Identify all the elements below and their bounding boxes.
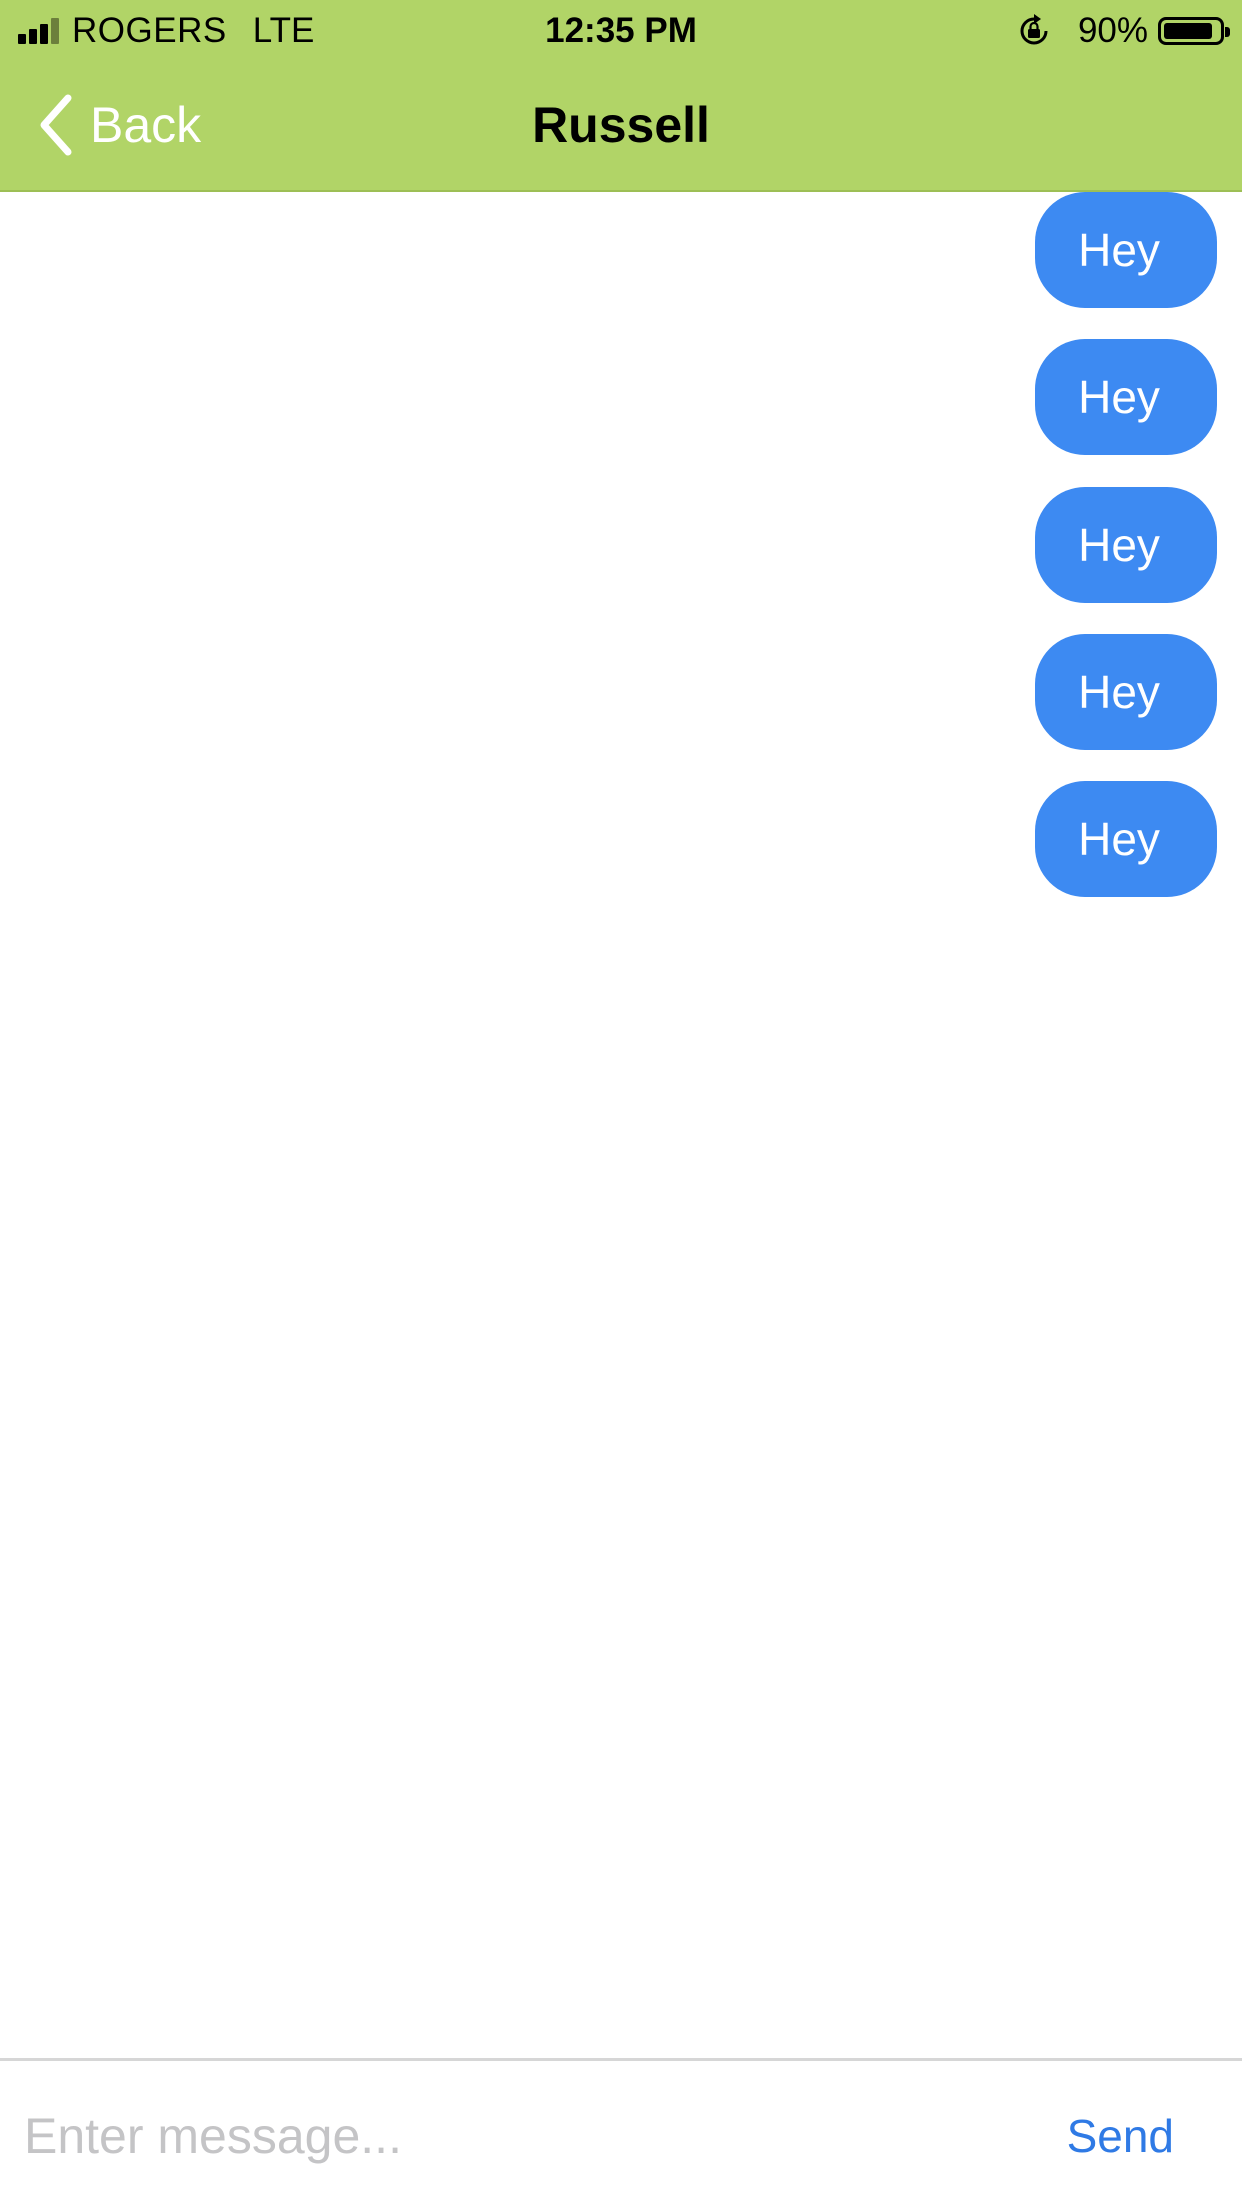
- composer-bar: Send: [0, 2058, 1242, 2208]
- page-title: Russell: [532, 97, 710, 153]
- battery-percent: 90%: [1077, 11, 1148, 50]
- message-bubble[interactable]: Hey: [1035, 634, 1217, 750]
- message-bubble[interactable]: Hey: [1035, 339, 1217, 455]
- status-right: 90%: [1016, 10, 1230, 52]
- battery-icon: [1158, 17, 1230, 45]
- message-list[interactable]: Hey Hey Hey Hey Hey: [0, 192, 1242, 2058]
- message-bubble[interactable]: Hey: [1035, 192, 1217, 308]
- rotation-lock-icon: [1020, 14, 1048, 45]
- message-bubble[interactable]: Hey: [1035, 781, 1217, 897]
- battery-fill: [1164, 23, 1212, 39]
- header: ROGERS LTE 12:35 PM 90% Back Russell: [0, 0, 1242, 192]
- send-button[interactable]: Send: [1067, 2101, 1174, 2171]
- nav-bar: Back Russell: [0, 62, 1242, 190]
- message-input[interactable]: [24, 2101, 984, 2171]
- chat-screen: ROGERS LTE 12:35 PM 90% Back Russell Hey…: [0, 0, 1242, 2208]
- status-bar: ROGERS LTE 12:35 PM 90%: [0, 0, 1242, 62]
- message-bubble[interactable]: Hey: [1035, 487, 1217, 603]
